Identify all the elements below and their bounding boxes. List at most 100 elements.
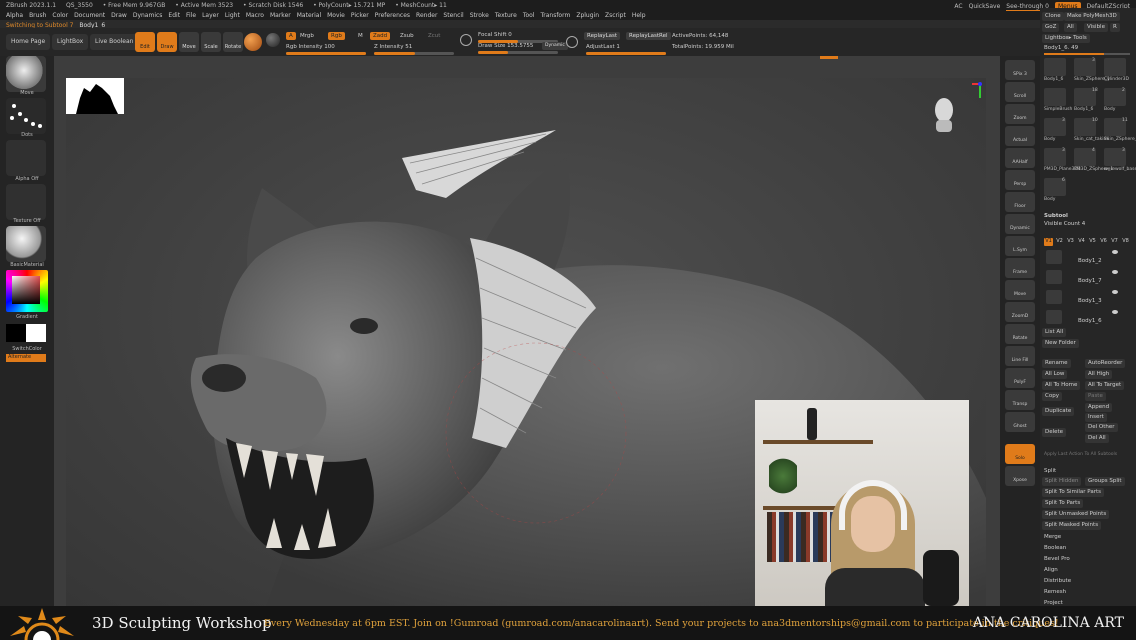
- color-picker[interactable]: [6, 270, 48, 312]
- subtool-header[interactable]: Subtool: [1044, 213, 1068, 219]
- menu-item[interactable]: Picker: [351, 12, 369, 19]
- version-tab[interactable]: V7: [1110, 238, 1119, 246]
- m-toggle[interactable]: M: [358, 33, 363, 39]
- move-brush-thumbnail[interactable]: [6, 56, 46, 92]
- split-similar-button[interactable]: Split To Similar Parts: [1042, 488, 1105, 497]
- menu-item[interactable]: Help: [632, 12, 646, 19]
- boolean-section[interactable]: Boolean: [1044, 545, 1066, 551]
- menu-item[interactable]: Tool: [523, 12, 535, 19]
- visible-count-slider[interactable]: Visible Count 4: [1044, 221, 1085, 227]
- menu-item[interactable]: Color: [52, 12, 68, 19]
- menu-item[interactable]: Zscript: [605, 12, 626, 19]
- menu-item[interactable]: Document: [74, 12, 105, 19]
- all-to-home-button[interactable]: All To Home: [1042, 381, 1081, 390]
- bevel-pro-section[interactable]: Bevel Pro: [1044, 556, 1070, 562]
- menu-item[interactable]: Marker: [270, 12, 291, 19]
- shelf-button[interactable]: PolyF: [1005, 368, 1035, 388]
- rgb-toggle[interactable]: Rgb: [328, 32, 345, 40]
- remesh-section[interactable]: Remesh: [1044, 589, 1066, 595]
- zadd-toggle[interactable]: Zadd: [370, 32, 391, 40]
- paste-button[interactable]: Paste: [1085, 392, 1106, 401]
- menu-item[interactable]: Macro: [246, 12, 264, 19]
- a-toggle[interactable]: A: [286, 32, 296, 40]
- version-tab[interactable]: V6: [1099, 238, 1108, 246]
- z-intensity-track[interactable]: [374, 52, 454, 55]
- menu-item[interactable]: Preferences: [375, 12, 410, 19]
- lightbox-button[interactable]: LightBox: [52, 34, 89, 50]
- del-all-button[interactable]: Del All: [1085, 434, 1109, 443]
- menu-item[interactable]: Alpha: [6, 12, 23, 19]
- switch-color-label[interactable]: SwitchColor: [0, 346, 54, 352]
- all-low-button[interactable]: All Low: [1042, 370, 1068, 379]
- version-tab[interactable]: V4: [1077, 238, 1086, 246]
- orientation-head-icon[interactable]: [935, 98, 953, 132]
- replay-last-rel-button[interactable]: ReplayLastRel: [626, 32, 671, 40]
- split-header[interactable]: Split: [1044, 468, 1056, 474]
- shelf-button[interactable]: Solo: [1005, 444, 1035, 464]
- shelf-button[interactable]: Transp: [1005, 390, 1035, 410]
- shelf-button[interactable]: L.Sym: [1005, 236, 1035, 256]
- menu-item[interactable]: Draw: [111, 12, 127, 19]
- visibility-eye-icon[interactable]: [1112, 250, 1118, 254]
- shelf-button[interactable]: Xpose: [1005, 466, 1035, 486]
- visibility-eye-icon[interactable]: [1112, 290, 1118, 294]
- menu-item[interactable]: Movie: [327, 12, 345, 19]
- main-color-swatch[interactable]: [6, 324, 26, 342]
- menu-item[interactable]: Stencil: [443, 12, 463, 19]
- align-section[interactable]: Align: [1044, 567, 1058, 573]
- alpha-thumbnail[interactable]: [6, 140, 46, 176]
- version-tab[interactable]: V2: [1055, 238, 1064, 246]
- shelf-button[interactable]: Zoom: [1005, 104, 1035, 124]
- copy-button[interactable]: Copy: [1042, 392, 1062, 401]
- move-button[interactable]: Move: [179, 32, 199, 52]
- focal-shift-slider[interactable]: Focal Shift 0: [478, 32, 512, 38]
- duplicate-button[interactable]: Duplicate: [1042, 407, 1075, 416]
- draw-button[interactable]: Draw: [157, 32, 177, 52]
- material-sphere-icon[interactable]: [244, 33, 262, 51]
- version-tab[interactable]: V1: [1044, 238, 1053, 246]
- insert-button[interactable]: Insert: [1085, 413, 1107, 422]
- visibility-eye-icon[interactable]: [1112, 270, 1118, 274]
- split-unmasked-button[interactable]: Split Unmasked Points: [1042, 510, 1110, 519]
- menu-item[interactable]: Texture: [495, 12, 517, 19]
- auto-reorder-button[interactable]: AutoReorder: [1085, 359, 1126, 368]
- shelf-button[interactable]: Move: [1005, 280, 1035, 300]
- subtool-name[interactable]: Body1_6: [1078, 318, 1102, 324]
- all-high-button[interactable]: All High: [1085, 370, 1113, 379]
- menu-item[interactable]: Dynamics: [133, 12, 163, 19]
- edit-button[interactable]: Edit: [135, 32, 155, 52]
- visible-button[interactable]: Visible: [1084, 23, 1108, 32]
- version-tab[interactable]: V3: [1066, 238, 1075, 246]
- z-intensity-slider[interactable]: Z Intensity 51: [374, 44, 412, 50]
- shelf-button[interactable]: SPix 3: [1005, 60, 1035, 80]
- subtool-name[interactable]: Body1_3: [1078, 298, 1102, 304]
- zcut-toggle[interactable]: Zcut: [428, 33, 440, 39]
- menu-item[interactable]: Light: [225, 12, 240, 19]
- groups-split-button[interactable]: Groups Split: [1085, 477, 1125, 486]
- subtool-name[interactable]: Body1_7: [1078, 278, 1102, 284]
- current-tool-track[interactable]: [1044, 53, 1130, 55]
- menu-item[interactable]: File: [186, 12, 196, 19]
- draw-size-slider[interactable]: Draw Size 153.5755: [478, 43, 533, 49]
- tool-thumbnail[interactable]: [1104, 58, 1126, 76]
- live-boolean-button[interactable]: Live Boolean: [90, 34, 139, 50]
- shelf-button[interactable]: Floor: [1005, 192, 1035, 212]
- menu-item[interactable]: Zplugin: [576, 12, 599, 19]
- shelf-button[interactable]: Scroll: [1005, 82, 1035, 102]
- version-tab[interactable]: V5: [1088, 238, 1097, 246]
- home-page-button[interactable]: Home Page: [6, 34, 51, 50]
- shelf-button[interactable]: Dynamic: [1005, 214, 1035, 234]
- lightbox-tools-button[interactable]: Lightbox▸ Tools: [1042, 34, 1090, 43]
- zsub-toggle[interactable]: Zsub: [400, 33, 414, 39]
- subtool-thumbnail[interactable]: [1046, 250, 1062, 264]
- alternate-button[interactable]: Alternate: [6, 354, 46, 362]
- dynamic-toggle[interactable]: Dynamic: [542, 42, 568, 50]
- goz-button[interactable]: GoZ: [1042, 23, 1060, 32]
- color-sphere-icon[interactable]: [266, 33, 280, 47]
- merge-section[interactable]: Merge: [1044, 534, 1061, 540]
- quicksave-button[interactable]: QuickSave: [969, 3, 1001, 10]
- tool-thumbnail[interactable]: [1044, 58, 1066, 76]
- shelf-button[interactable]: Rotate: [1005, 324, 1035, 344]
- apply-last-action-button[interactable]: Apply Last Action To All Subtools: [1044, 452, 1117, 457]
- material-thumbnail[interactable]: [6, 226, 46, 262]
